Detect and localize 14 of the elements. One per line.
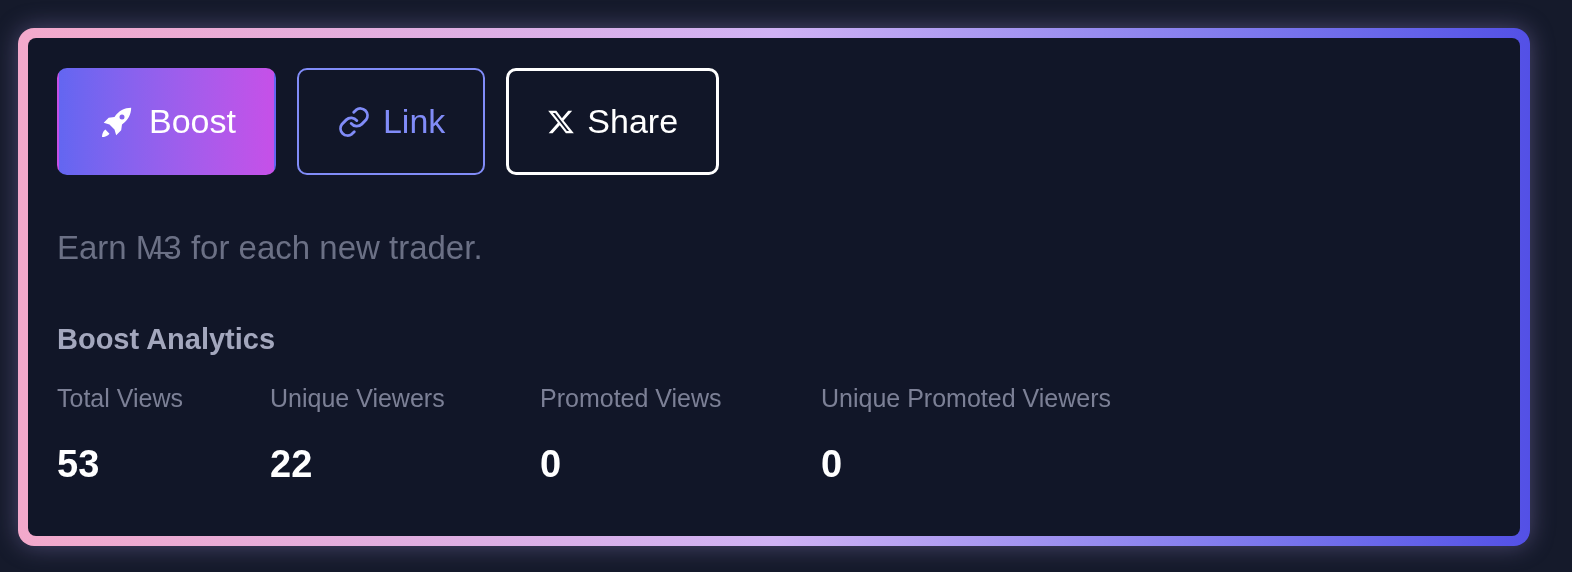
stat-label: Unique Promoted Viewers <box>821 385 1111 411</box>
stat-value: 0 <box>821 444 843 483</box>
share-button[interactable]: Share <box>506 68 720 175</box>
link-icon <box>336 104 371 139</box>
analytics-title: Boost Analytics <box>57 324 276 354</box>
stat-value: 53 <box>57 444 100 483</box>
stat-label: Total Views <box>57 385 183 411</box>
stat-value: 0 <box>540 444 562 483</box>
stat-value: 22 <box>270 444 313 483</box>
description-text: Earn M̶3 for each new trader. <box>57 228 484 268</box>
boost-button[interactable]: Boost <box>57 68 276 175</box>
stat-label: Unique Viewers <box>270 385 445 411</box>
link-button[interactable]: Link <box>296 68 486 175</box>
stat-label: Promoted Views <box>540 385 722 411</box>
